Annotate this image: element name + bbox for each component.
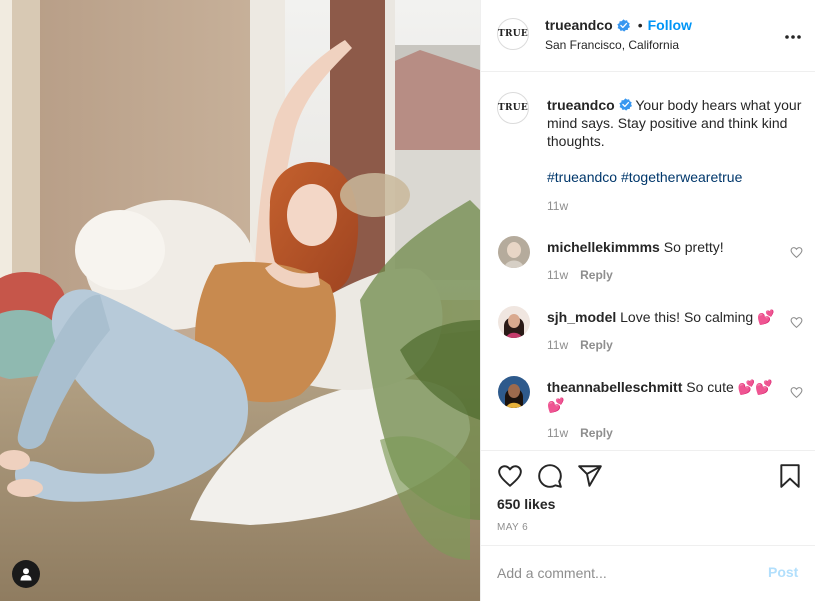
comment-body: michellekimmms So pretty! — [547, 238, 777, 256]
comment-text: Love this! So calming 💕 — [620, 309, 775, 325]
caption-hashtags: #trueandco #togetherwearetrue — [547, 168, 742, 186]
avatar-logo-text: TRUE — [497, 103, 529, 113]
comment-meta: 11w Reply — [547, 338, 613, 352]
comment-icon[interactable] — [537, 463, 563, 489]
hashtag-link[interactable]: #trueandco — [547, 169, 617, 185]
comment-timestamp[interactable]: 11w — [547, 338, 568, 352]
header-account-line: trueandco • Follow — [545, 17, 692, 33]
comment-timestamp[interactable]: 11w — [547, 426, 568, 440]
save-icon[interactable] — [777, 463, 803, 489]
comment-like-icon[interactable] — [790, 246, 803, 259]
post-date[interactable]: MAY 6 — [497, 522, 528, 533]
more-options-icon[interactable] — [783, 27, 803, 47]
follow-button[interactable]: Follow — [648, 17, 692, 33]
post-actions: 650 likes MAY 6 — [481, 450, 815, 545]
hashtag-link[interactable]: #togetherwearetrue — [621, 169, 742, 185]
reply-button[interactable]: Reply — [580, 338, 613, 352]
header-username[interactable]: trueandco — [545, 17, 613, 33]
post-photo[interactable] — [0, 0, 480, 601]
post-comment-button[interactable]: Post — [768, 564, 798, 580]
caption-text-block: trueandco Your body hears what your mind… — [547, 96, 803, 150]
commenter-avatar[interactable] — [498, 306, 530, 338]
comment-input[interactable] — [497, 562, 747, 584]
photo-scene — [0, 0, 480, 601]
post-header: TRUE trueandco • Follow San Francisco, C… — [481, 0, 815, 72]
comment-username[interactable]: sjh_model — [547, 309, 616, 325]
account-avatar[interactable]: TRUE — [497, 18, 529, 50]
verified-badge-icon — [619, 98, 632, 111]
comments-section: TRUE trueandco Your body hears what your… — [481, 72, 815, 450]
commenter-avatar[interactable] — [498, 376, 530, 408]
user-tag-icon[interactable] — [12, 560, 40, 588]
add-comment-bar: Post — [481, 545, 815, 601]
likes-count[interactable]: 650 likes — [497, 496, 555, 512]
avatar-logo-text: TRUE — [497, 29, 529, 39]
share-icon[interactable] — [577, 463, 603, 489]
like-icon[interactable] — [497, 463, 523, 489]
commenter-avatar[interactable] — [498, 236, 530, 268]
comment-like-icon[interactable] — [790, 316, 803, 329]
comment-username[interactable]: theannabelleschmitt — [547, 379, 682, 395]
comment-text: So pretty! — [663, 239, 724, 255]
reply-button[interactable]: Reply — [580, 426, 613, 440]
header-separator: • — [637, 17, 643, 33]
caption-avatar[interactable]: TRUE — [497, 92, 529, 124]
comment-meta: 11w Reply — [547, 426, 613, 440]
comment-like-icon[interactable] — [790, 386, 803, 399]
verified-badge-icon — [617, 18, 630, 32]
comment-timestamp[interactable]: 11w — [547, 268, 568, 282]
caption-timestamp[interactable]: 11w — [547, 199, 568, 213]
caption-username[interactable]: trueandco — [547, 97, 615, 113]
post-side-panel: TRUE trueandco • Follow San Francisco, C… — [480, 0, 815, 601]
reply-button[interactable]: Reply — [580, 268, 613, 282]
comment-username[interactable]: michellekimmms — [547, 239, 660, 255]
comment-meta: 11w Reply — [547, 268, 613, 282]
instagram-post: TRUE trueandco • Follow San Francisco, C… — [0, 0, 815, 601]
comment-body: sjh_model Love this! So calming 💕 — [547, 308, 777, 326]
comment-body: theannabelleschmitt So cute 💕💕💕 — [547, 378, 777, 414]
post-location[interactable]: San Francisco, California — [545, 38, 679, 52]
